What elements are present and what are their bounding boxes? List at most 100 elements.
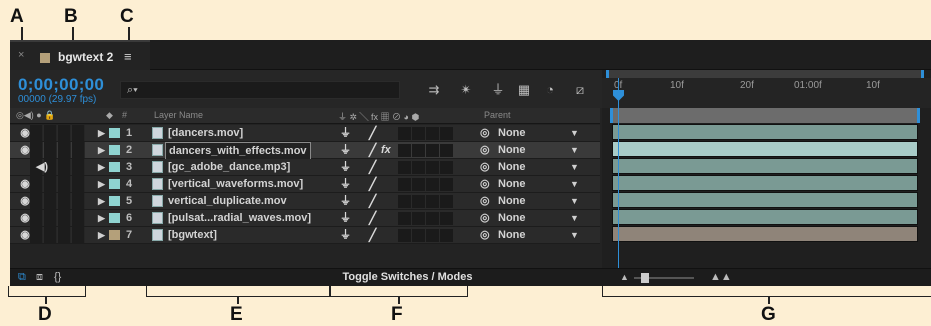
av-switch-cell[interactable] [58, 227, 71, 243]
layer-row[interactable]: ◉ ▶ 7 [bgwtext] ⏚ ╱ ◎ None ▼ [10, 227, 600, 244]
video-eye-icon[interactable]: ◉ [15, 227, 35, 243]
video-eye-icon[interactable]: ◉ [15, 176, 35, 192]
av-switch-cell[interactable] [72, 227, 85, 243]
switch-cell[interactable] [412, 229, 425, 242]
switch-cell[interactable] [412, 212, 425, 225]
switch-cell[interactable] [440, 144, 453, 157]
layer-duration-bar[interactable] [612, 192, 918, 208]
switch-cell[interactable] [426, 127, 439, 140]
parent-select[interactable]: None [498, 193, 526, 209]
label-color-swatch[interactable] [109, 179, 120, 189]
av-switch-cell[interactable] [72, 210, 85, 226]
quality-switch-icon[interactable]: ╱ [369, 142, 376, 158]
layer-row[interactable]: ◉ ▶ 4 [vertical_waveforms.mov] ⏚ ╱ ◎ None ▼ [10, 176, 600, 193]
av-switch-cell[interactable] [72, 159, 85, 175]
quality-switch-icon[interactable]: ╱ [369, 125, 376, 141]
zoom-slider-thumb[interactable] [641, 273, 649, 283]
video-eye-icon[interactable]: ◉ [15, 142, 35, 158]
video-eye-icon[interactable]: ◉ [15, 125, 35, 141]
switch-cell[interactable] [440, 212, 453, 225]
zoom-in-icon[interactable]: ▲▲ [710, 271, 732, 283]
motion-blur-icon[interactable]: ◔ [540, 80, 560, 100]
expand-triangle-icon[interactable]: ▶ [98, 176, 105, 192]
comp-mini-flowchart-icon[interactable]: ⇉ [424, 80, 444, 100]
switch-cell[interactable] [440, 195, 453, 208]
parent-dropdown-arrow-icon[interactable]: ▼ [570, 227, 579, 243]
label-color-swatch[interactable] [109, 196, 120, 206]
switch-cell[interactable] [426, 161, 439, 174]
switch-cell[interactable] [412, 127, 425, 140]
parent-dropdown-arrow-icon[interactable]: ▼ [570, 193, 579, 209]
layer-duration-bar[interactable] [612, 175, 918, 191]
layer-name[interactable]: vertical_duplicate.mov [168, 193, 287, 209]
av-switch-cell[interactable] [72, 193, 85, 209]
shy-switch-icon[interactable]: ⏚ [340, 176, 351, 192]
switch-cell[interactable] [412, 144, 425, 157]
label-color-swatch[interactable] [109, 162, 120, 172]
switch-cell[interactable] [412, 161, 425, 174]
switch-cell[interactable] [398, 229, 411, 242]
video-eye-icon[interactable]: ◉ [15, 210, 35, 226]
layer-duration-bar[interactable] [612, 226, 918, 242]
parent-pickwhip-icon[interactable]: ◎ [480, 193, 490, 209]
label-color-swatch[interactable] [109, 213, 120, 223]
switch-cell[interactable] [426, 195, 439, 208]
switch-cell[interactable] [398, 178, 411, 191]
layer-name[interactable]: [dancers.mov] [168, 125, 243, 141]
av-switch-cell[interactable] [72, 125, 85, 141]
zoom-out-icon[interactable]: ▲ [620, 272, 629, 282]
switch-cell[interactable] [440, 161, 453, 174]
switch-cell[interactable] [426, 229, 439, 242]
av-switch-cell[interactable] [44, 210, 57, 226]
parent-pickwhip-icon[interactable]: ◎ [480, 210, 490, 226]
switch-cell[interactable] [440, 178, 453, 191]
quality-switch-icon[interactable]: ╱ [369, 210, 376, 226]
in-out-pane-icon[interactable]: {} [54, 271, 61, 283]
expand-triangle-icon[interactable]: ▶ [98, 193, 105, 209]
search-input[interactable]: ⌕▾ [120, 81, 400, 99]
av-switch-cell[interactable] [58, 125, 71, 141]
av-switch-cell[interactable] [58, 142, 71, 158]
transfer-controls-pane-icon[interactable]: ⧈ [36, 271, 43, 284]
quality-switch-icon[interactable]: ╱ [369, 227, 376, 243]
parent-select[interactable]: None [498, 210, 526, 226]
shy-switch-icon[interactable]: ⏚ [340, 210, 351, 226]
current-time-display[interactable]: 0;00;00;00 [18, 75, 104, 95]
shy-switch-icon[interactable]: ⏚ [340, 159, 351, 175]
parent-dropdown-arrow-icon[interactable]: ▼ [570, 210, 579, 226]
layer-row[interactable]: ◉ ▶ 2 dancers_with_effects.mov ⏚ ╱ fx ◎ None ▼ [10, 142, 600, 160]
layer-duration-bar[interactable] [612, 209, 918, 225]
av-switch-cell[interactable] [44, 142, 57, 158]
layer-name[interactable]: [pulsat...radial_waves.mov] [168, 210, 311, 226]
layer-row[interactable]: ◉ ▶ 5 vertical_duplicate.mov ⏚ ╱ ◎ None ▼ [10, 193, 600, 210]
parent-dropdown-arrow-icon[interactable]: ▼ [570, 125, 579, 141]
expand-triangle-icon[interactable]: ▶ [98, 125, 105, 141]
av-switch-cell[interactable] [72, 142, 85, 158]
shy-switch-icon[interactable]: ⏚ [340, 125, 351, 141]
switch-cell[interactable] [398, 144, 411, 157]
av-switch-cell[interactable] [58, 176, 71, 192]
switch-cell[interactable] [426, 178, 439, 191]
current-time-indicator[interactable] [618, 78, 619, 268]
toggle-switches-modes-button[interactable]: Toggle Switches / Modes [340, 269, 475, 286]
tab-close-icon[interactable]: × [18, 49, 24, 61]
switch-cell[interactable] [398, 127, 411, 140]
parent-dropdown-arrow-icon[interactable]: ▼ [570, 176, 579, 192]
label-color-swatch[interactable] [109, 230, 120, 240]
switch-cell[interactable] [426, 144, 439, 157]
parent-pickwhip-icon[interactable]: ◎ [480, 142, 490, 158]
parent-select[interactable]: None [498, 159, 526, 175]
switch-cell[interactable] [398, 161, 411, 174]
av-switch-cell[interactable] [44, 193, 57, 209]
shy-switch-icon[interactable]: ⏚ [340, 142, 351, 158]
layer-row[interactable]: ◉ ▶ 1 [dancers.mov] ⏚ ╱ ◎ None ▼ [10, 125, 600, 142]
parent-pickwhip-icon[interactable]: ◎ [480, 176, 490, 192]
layer-name[interactable]: [vertical_waveforms.mov] [168, 176, 303, 192]
effects-switch-icon[interactable]: fx [381, 142, 391, 158]
av-switch-cell[interactable] [44, 176, 57, 192]
av-switch-cell[interactable] [44, 125, 57, 141]
parent-dropdown-arrow-icon[interactable]: ▼ [570, 142, 579, 158]
av-switch-cell[interactable] [72, 176, 85, 192]
frame-blending-icon[interactable]: ▦ [514, 80, 534, 100]
parent-select[interactable]: None [498, 142, 526, 158]
